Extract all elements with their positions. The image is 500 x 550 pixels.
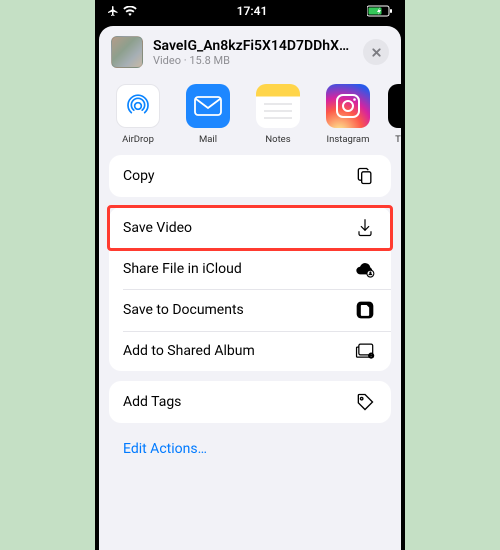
status-time: 17:41 (237, 4, 268, 18)
documents-icon (353, 300, 377, 320)
file-title: SaveIG_An8kzFi5X14D7DDhXM... (153, 38, 353, 54)
actions-group-tags: Add Tags (109, 381, 391, 423)
wifi-icon (123, 6, 137, 16)
airdrop-icon (116, 84, 160, 128)
app-label: T (395, 134, 401, 145)
file-meta: Video · 15.8 MB (153, 54, 353, 67)
app-label: AirDrop (122, 134, 154, 145)
actions-list: Copy Save Video Share File in iCloud (99, 155, 401, 471)
action-label: Share File in iCloud (123, 261, 242, 277)
app-airdrop[interactable]: AirDrop (103, 84, 173, 145)
close-icon (371, 47, 382, 58)
app-mail[interactable]: Mail (173, 84, 243, 145)
close-button[interactable] (363, 39, 389, 65)
airplane-mode-icon (107, 5, 119, 17)
action-save-documents[interactable]: Save to Documents (109, 289, 391, 331)
app-more[interactable]: T (383, 84, 401, 145)
action-save-video[interactable]: Save Video (109, 207, 391, 249)
notes-icon (256, 84, 300, 128)
action-label: Copy (123, 168, 155, 184)
sheet-header: SaveIG_An8kzFi5X14D7DDhXM... Video · 15.… (99, 26, 401, 78)
battery-icon (367, 5, 393, 17)
app-notes[interactable]: Notes (243, 84, 313, 145)
action-copy[interactable]: Copy (109, 155, 391, 197)
app-label: Notes (265, 134, 290, 145)
status-bar: 17:41 (95, 0, 405, 22)
action-label: Add to Shared Album (123, 343, 255, 359)
actions-group-copy: Copy (109, 155, 391, 197)
share-sheet: SaveIG_An8kzFi5X14D7DDhXM... Video · 15.… (99, 26, 401, 550)
action-label: Save Video (123, 220, 192, 236)
icloud-share-icon (353, 260, 377, 278)
file-info: SaveIG_An8kzFi5X14D7DDhXM... Video · 15.… (153, 38, 353, 67)
download-icon (353, 218, 377, 238)
action-label: Add Tags (123, 394, 181, 410)
actions-group-main: Save Video Share File in iCloud Save to … (109, 207, 391, 371)
tag-icon (353, 392, 377, 412)
app-label: Mail (199, 134, 217, 145)
mail-icon (186, 84, 230, 128)
phone-frame: 17:41 SaveIG_An8kzFi5X14D7DDhXM... Video… (95, 0, 405, 550)
apps-row: AirDrop Mail Notes Instagram (99, 78, 401, 155)
action-add-tags[interactable]: Add Tags (109, 381, 391, 423)
action-add-shared-album[interactable]: Add to Shared Album (109, 331, 391, 371)
app-label: Instagram (327, 134, 370, 145)
blackapp-icon (388, 84, 401, 128)
edit-actions-link[interactable]: Edit Actions… (109, 433, 391, 471)
shared-album-icon (353, 342, 377, 360)
action-share-icloud[interactable]: Share File in iCloud (109, 249, 391, 289)
copy-icon (353, 166, 377, 186)
file-thumbnail (111, 36, 143, 68)
app-instagram[interactable]: Instagram (313, 84, 383, 145)
instagram-icon (326, 84, 370, 128)
action-label: Save to Documents (123, 302, 244, 318)
